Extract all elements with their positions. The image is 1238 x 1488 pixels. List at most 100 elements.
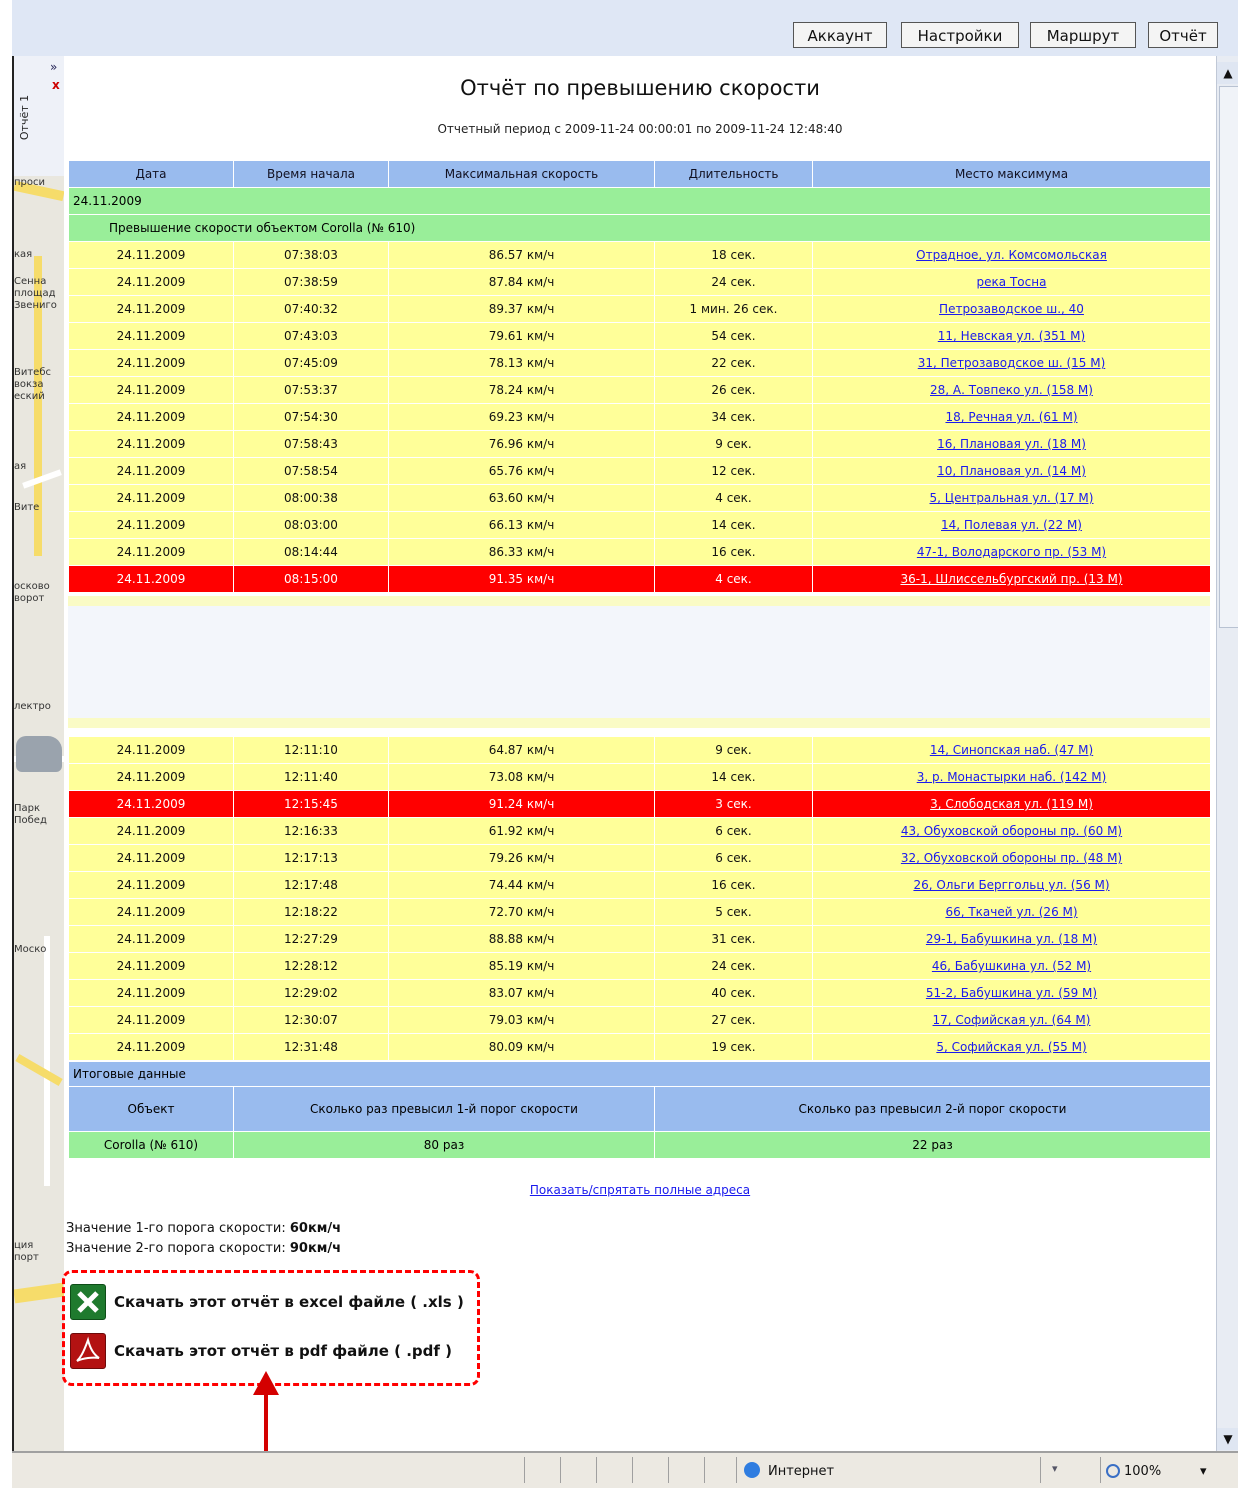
place-link[interactable]: 3, Слободская ул. (119 М) bbox=[930, 797, 1093, 811]
place-link[interactable]: 29-1, Бабушкина ул. (18 М) bbox=[926, 932, 1097, 946]
place-link[interactable]: 3, р. Монастырки наб. (142 М) bbox=[917, 770, 1107, 784]
cell-date: 24.11.2009 bbox=[68, 952, 234, 980]
place-link[interactable]: 17, Софийская ул. (64 М) bbox=[933, 1013, 1091, 1027]
cell-place: 14, Полевая ул. (22 М) bbox=[812, 511, 1211, 539]
cell-place: 66, Ткачей ул. (26 М) bbox=[812, 898, 1211, 926]
download-pdf-label: Скачать этот отчёт в pdf файле ( .pdf ) bbox=[114, 1342, 453, 1360]
cell-max-speed: 63.60 км/ч bbox=[388, 484, 655, 512]
status-cell bbox=[736, 1457, 737, 1483]
place-link[interactable]: 66, Ткачей ул. (26 М) bbox=[945, 905, 1077, 919]
place-link[interactable]: 5, Центральная ул. (17 М) bbox=[930, 491, 1094, 505]
map-label: Звениго bbox=[14, 300, 57, 311]
cell-start-time: 12:31:48 bbox=[233, 1033, 389, 1061]
place-link[interactable]: 46, Бабушкина ул. (52 М) bbox=[932, 959, 1091, 973]
cell-date: 24.11.2009 bbox=[68, 925, 234, 953]
table-header-row: Дата Время начала Максимальная скорость … bbox=[68, 160, 1211, 188]
vertical-scrollbar[interactable]: ▲ ▼ bbox=[1216, 56, 1238, 1451]
place-link[interactable]: 18, Речная ул. (61 М) bbox=[945, 410, 1077, 424]
cell-max-speed: 79.26 км/ч bbox=[388, 844, 655, 872]
download-xls-link[interactable]: Скачать этот отчёт в excel файле ( .xls … bbox=[70, 1284, 464, 1320]
column-header-duration: Длительность bbox=[654, 160, 813, 188]
download-pdf-link[interactable]: Скачать этот отчёт в pdf файле ( .pdf ) bbox=[70, 1333, 453, 1369]
place-link[interactable]: 10, Плановая ул. (14 М) bbox=[937, 464, 1086, 478]
place-link[interactable]: 11, Невская ул. (351 М) bbox=[938, 329, 1085, 343]
threshold2-text: Значение 2-го порога скорости: 90км/ч bbox=[66, 1241, 341, 1256]
cell-duration: 9 сек. bbox=[654, 430, 813, 458]
cell-date: 24.11.2009 bbox=[68, 844, 234, 872]
settings-button[interactable]: Настройки bbox=[901, 22, 1019, 48]
map-label: лектро bbox=[14, 701, 51, 712]
report-button[interactable]: Отчёт bbox=[1148, 22, 1218, 48]
zoom-icon[interactable] bbox=[1106, 1464, 1120, 1478]
summary-object: Corolla (№ 610) bbox=[68, 1131, 234, 1159]
cell-date: 24.11.2009 bbox=[68, 457, 234, 485]
report-tab[interactable]: » x Отчёт 1 bbox=[14, 56, 65, 176]
column-header-date: Дата bbox=[68, 160, 234, 188]
threshold1-value: 60км/ч bbox=[289, 1221, 342, 1236]
cell-date: 24.11.2009 bbox=[68, 538, 234, 566]
map-road bbox=[44, 936, 50, 1186]
cell-start-time: 07:38:03 bbox=[233, 241, 389, 269]
place-link[interactable]: 14, Синопская наб. (47 М) bbox=[930, 743, 1093, 757]
cell-duration: 26 сек. bbox=[654, 376, 813, 404]
zoom-dropdown-icon[interactable]: ▾ bbox=[1200, 1464, 1207, 1479]
place-link[interactable]: 43, Обуховской обороны пр. (60 М) bbox=[901, 824, 1122, 838]
cell-place: 26, Ольги Берггольц ул. (56 М) bbox=[812, 871, 1211, 899]
cell-date: 24.11.2009 bbox=[68, 295, 234, 323]
place-link[interactable]: 14, Полевая ул. (22 М) bbox=[941, 518, 1082, 532]
cell-place: 17, Софийская ул. (64 М) bbox=[812, 1006, 1211, 1034]
place-link[interactable]: 31, Петрозаводское ш. (15 М) bbox=[918, 356, 1106, 370]
cell-date: 24.11.2009 bbox=[68, 484, 234, 512]
cell-max-speed: 86.57 км/ч bbox=[388, 241, 655, 269]
place-link[interactable]: 5, Софийская ул. (55 М) bbox=[936, 1040, 1086, 1054]
pdf-icon bbox=[70, 1333, 106, 1369]
map-panel[interactable]: Не проси кая Сенна площад Звениго Витебс… bbox=[14, 56, 64, 1451]
map-label: еский bbox=[14, 391, 45, 402]
place-link[interactable]: 51-2, Бабушкина ул. (59 М) bbox=[926, 986, 1097, 1000]
place-link[interactable]: 28, А. Товпеко ул. (158 М) bbox=[930, 383, 1093, 397]
cell-place: 5, Центральная ул. (17 М) bbox=[812, 484, 1211, 512]
place-link[interactable]: Петрозаводское ш., 40 bbox=[939, 302, 1084, 316]
window-left-edge bbox=[0, 0, 14, 1486]
summary-header-row: Объект Сколько раз превысил 1-й порог ск… bbox=[68, 1086, 1212, 1132]
cell-max-speed: 79.03 км/ч bbox=[388, 1006, 655, 1034]
place-link[interactable]: 36-1, Шлиссельбургский пр. (13 М) bbox=[900, 572, 1122, 586]
cell-duration: 19 сек. bbox=[654, 1033, 813, 1061]
place-link[interactable]: 32, Обуховской обороны пр. (48 М) bbox=[901, 851, 1122, 865]
cell-place: 47-1, Володарского пр. (53 М) bbox=[812, 538, 1211, 566]
scroll-up-icon[interactable]: ▲ bbox=[1217, 62, 1238, 84]
cell-max-speed: 74.44 км/ч bbox=[388, 871, 655, 899]
map-label: осково bbox=[14, 581, 50, 592]
cell-max-speed: 89.37 км/ч bbox=[388, 295, 655, 323]
scroll-thumb[interactable] bbox=[1219, 86, 1238, 628]
place-link[interactable]: Отрадное, ул. Комсомольская bbox=[916, 248, 1107, 262]
expand-icon[interactable]: » bbox=[50, 60, 57, 74]
route-button[interactable]: Маршрут bbox=[1030, 22, 1136, 48]
account-button[interactable]: Аккаунт bbox=[793, 22, 887, 48]
place-link[interactable]: 26, Ольги Берггольц ул. (56 М) bbox=[913, 878, 1109, 892]
scroll-down-icon[interactable]: ▼ bbox=[1217, 1428, 1238, 1450]
zoom-level[interactable]: 100% bbox=[1124, 1464, 1161, 1479]
close-icon[interactable]: x bbox=[52, 78, 60, 92]
cell-start-time: 12:27:29 bbox=[233, 925, 389, 953]
cell-date: 24.11.2009 bbox=[68, 763, 234, 791]
summary-header-threshold2: Сколько раз превысил 2-й порог скорости bbox=[653, 1086, 1212, 1132]
threshold1-text: Значение 1-го порога скорости: 60км/ч bbox=[66, 1221, 341, 1236]
status-cell bbox=[524, 1457, 525, 1483]
cell-start-time: 12:18:22 bbox=[233, 898, 389, 926]
cell-start-time: 12:11:10 bbox=[233, 736, 389, 764]
globe-icon bbox=[744, 1462, 760, 1478]
summary-title-row: Итоговые данные bbox=[67, 1061, 1212, 1087]
cell-start-time: 12:17:13 bbox=[233, 844, 389, 872]
toggle-addresses-link[interactable]: Показать/спрятать полные адреса bbox=[64, 1183, 1216, 1197]
place-link[interactable]: река Тосна bbox=[977, 275, 1047, 289]
table-row: 24.11.2009 12:16:33 61.92 км/ч 6 сек. 43, Об… bbox=[68, 817, 1211, 845]
cell-max-speed: 61.92 км/ч bbox=[388, 817, 655, 845]
cell-max-speed: 86.33 км/ч bbox=[388, 538, 655, 566]
table-row: 24.11.2009 07:54:30 69.23 км/ч 34 сек. 18, Р… bbox=[68, 403, 1211, 431]
place-link[interactable]: 16, Плановая ул. (18 М) bbox=[937, 437, 1086, 451]
protected-mode-icon[interactable]: ▾ bbox=[1052, 1462, 1074, 1478]
object-group-label: Превышение скорости объектом Corolla (№ … bbox=[68, 214, 1211, 242]
place-link[interactable]: 47-1, Володарского пр. (53 М) bbox=[917, 545, 1106, 559]
date-group-label: 24.11.2009 bbox=[68, 187, 1211, 215]
